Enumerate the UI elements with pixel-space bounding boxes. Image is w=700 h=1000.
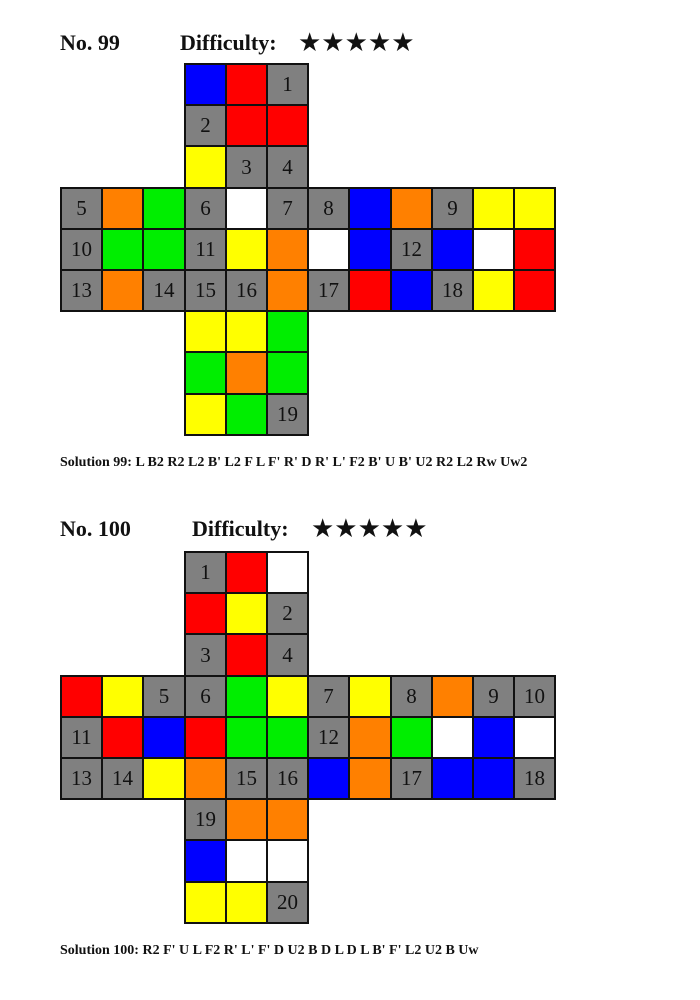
sticker-number: 20 [277,890,298,914]
sticker [348,757,392,800]
sticker-number: 14 [112,766,133,790]
sticker [348,716,392,759]
sticker-number: 15 [236,766,257,790]
numbered-sticker-18: 18 [513,757,556,800]
numbered-sticker-11: 11 [60,716,103,759]
sticker [184,881,227,924]
sticker [225,798,268,841]
numbered-sticker-9: 9 [472,675,515,718]
sticker [266,839,309,883]
numbered-sticker-20: 20 [266,881,309,924]
numbered-sticker-5: 5 [142,675,186,718]
sticker-number: 19 [195,807,216,831]
sticker [307,757,350,800]
solution-text: Solution 100: R2 F' U L F2 R' L' F' D U2… [60,943,479,958]
numbered-sticker-14: 14 [101,757,144,800]
sticker-number: 3 [200,642,211,667]
sticker [431,757,474,800]
sticker [348,675,392,718]
puzzle-100: No. 100 Difficulty: ★★★★★ 1 2 3 4 5 6 7 8 9 10 11 1… [0,0,700,1000]
sticker-number: 2 [282,601,293,625]
sticker-number: 13 [71,766,92,790]
numbered-sticker-7: 7 [307,675,350,718]
numbered-sticker-8: 8 [390,675,433,718]
numbered-sticker-10: 10 [513,675,556,718]
sticker-number: 11 [71,725,92,749]
sticker [431,675,474,718]
sticker [225,592,268,635]
numbered-sticker-16: 16 [266,757,309,800]
sticker [142,757,186,800]
sticker [472,716,515,759]
numbered-sticker-17: 17 [390,757,433,800]
sticker [513,716,556,759]
sticker [225,633,268,677]
puzzle-title: No. 100 [60,516,131,541]
cube-net: 1 2 3 4 5 6 7 8 9 10 11 12 13 14 15 16 17 18 19 20 [60,551,556,924]
sticker [390,716,433,759]
numbered-sticker-19: 19 [184,798,227,841]
sticker [431,716,474,759]
numbered-sticker-6: 6 [184,675,227,718]
sticker [184,592,227,635]
sticker [225,839,268,883]
sticker [266,798,309,841]
sticker-number: 16 [277,766,298,790]
sticker-number: 10 [524,684,545,708]
difficulty-label: Difficulty: [192,516,289,541]
sticker-number: 18 [524,766,545,790]
difficulty-stars: ★★★★★ [311,514,428,543]
sticker-number: 1 [200,560,211,584]
sticker [184,757,227,800]
numbered-sticker-2: 2 [266,592,309,635]
numbered-sticker-1: 1 [184,551,227,594]
sticker [142,716,186,759]
numbered-sticker-3: 3 [184,633,227,677]
sticker [101,716,144,759]
numbered-sticker-12: 12 [307,716,350,759]
sticker-number: 8 [406,684,417,708]
sticker [225,551,268,594]
sticker [266,675,309,718]
sticker [225,881,268,924]
sticker [184,839,227,883]
sticker [184,716,227,759]
sticker [101,675,144,718]
sticker [472,757,515,800]
sticker [266,551,309,594]
sticker-number: 12 [318,725,339,749]
sticker [225,675,268,718]
sticker-number: 7 [323,684,334,708]
sticker-number: 9 [488,684,499,708]
sticker-number: 17 [401,766,422,790]
numbered-sticker-15: 15 [225,757,268,800]
sticker [225,716,268,759]
sticker [60,675,103,718]
numbered-sticker-13: 13 [60,757,103,800]
sticker-number: 5 [158,684,170,708]
numbered-sticker-4: 4 [266,633,309,677]
sticker [266,716,309,759]
sticker-number: 4 [282,642,293,667]
sticker-number: 6 [200,684,211,708]
